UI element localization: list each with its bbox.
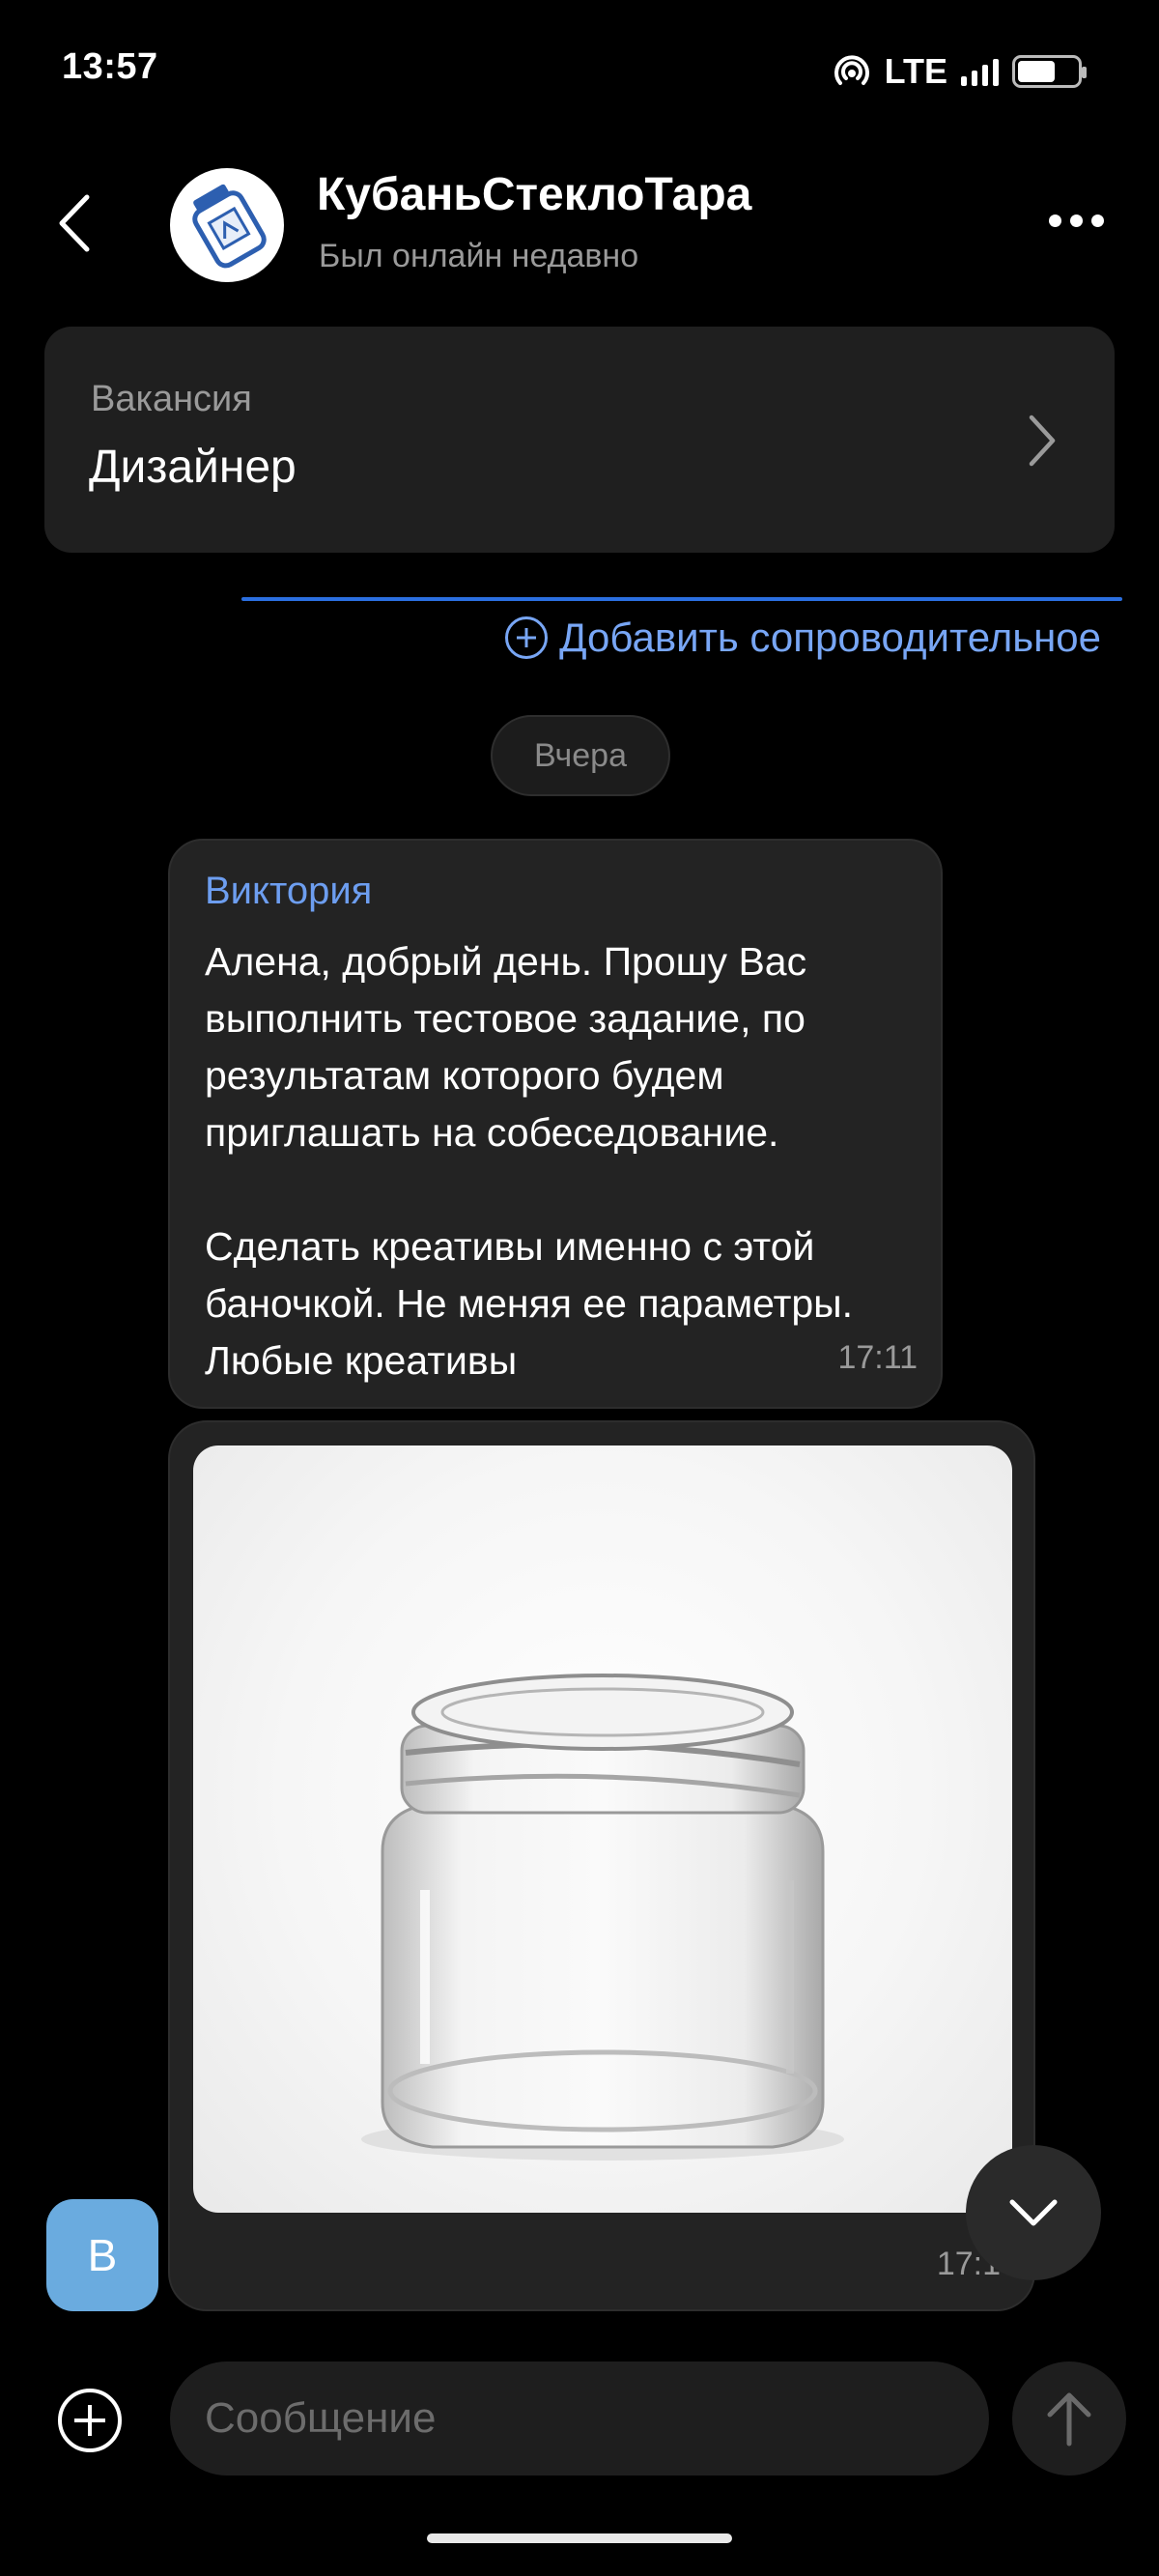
sender-avatar[interactable]: В: [46, 2199, 158, 2311]
last-seen-status: Был онлайн недавно: [319, 238, 639, 274]
add-cover-letter-label: Добавить сопроводительное: [559, 615, 1101, 660]
jar-photo[interactable]: [193, 1445, 1012, 2213]
message-bubble[interactable]: Виктория Алена, добрый день. Прошу Вас в…: [168, 839, 943, 1409]
back-arrow-icon[interactable]: [54, 189, 97, 257]
message-time: 17:11: [837, 1339, 918, 1376]
sender-name[interactable]: Виктория: [205, 870, 372, 913]
chevron-right-icon: [1029, 415, 1056, 467]
vacancy-label: Вакансия: [91, 379, 252, 419]
network-type: LTE: [884, 51, 947, 91]
attach-plus-icon[interactable]: [58, 2389, 122, 2452]
plus-circle-icon: [505, 616, 549, 659]
status-time: 13:57: [62, 46, 158, 87]
chevron-down-icon: [1009, 2199, 1058, 2226]
signal-icon: [961, 57, 999, 86]
vacancy-title: Дизайнер: [89, 442, 297, 493]
message-text: Алена, добрый день. Прошу Вас выполнить …: [205, 939, 854, 1383]
date-separator: Вчера: [491, 715, 670, 796]
scroll-down-button[interactable]: [966, 2145, 1101, 2280]
image-message-bubble[interactable]: 17:1: [168, 1420, 1035, 2311]
message-input[interactable]: [170, 2361, 989, 2476]
chat-title[interactable]: КубаньСтеклоТара: [317, 168, 751, 221]
battery-icon: [1012, 55, 1087, 88]
send-button[interactable]: [1012, 2361, 1126, 2476]
send-arrow-icon: [1047, 2392, 1091, 2447]
divider-line: [241, 597, 1122, 601]
company-logo-icon: [192, 184, 267, 269]
vacancy-card[interactable]: Вакансия Дизайнер: [44, 327, 1115, 553]
company-avatar[interactable]: [170, 168, 284, 282]
home-indicator[interactable]: [427, 2533, 732, 2543]
status-icons: LTE: [833, 50, 1087, 93]
glass-jar-image: [361, 1674, 844, 2161]
hotspot-icon: [834, 55, 869, 85]
add-cover-letter-button[interactable]: Добавить сопроводительное: [505, 615, 1101, 661]
more-dots-icon[interactable]: [1049, 215, 1104, 227]
